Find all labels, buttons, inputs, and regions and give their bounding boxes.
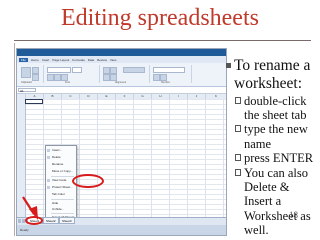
align-left-icon[interactable] (103, 74, 110, 81)
ribbon-tab-home[interactable]: Home (31, 58, 39, 62)
sheet-tab-sheet2[interactable]: Sheet2 (43, 218, 59, 224)
ribbon-group-label: Number (161, 81, 170, 84)
protect-sheet-icon (47, 186, 50, 189)
ribbon-group-number: Number (151, 65, 192, 84)
number-format-dropdown[interactable] (153, 67, 185, 73)
font-size-dropdown[interactable] (72, 67, 82, 73)
bullet-main-text: To rename a worksheet: (234, 57, 311, 92)
first-sheet-nav-icon[interactable] (18, 219, 21, 223)
wrap-text-button[interactable] (123, 67, 145, 73)
paste-icon[interactable] (21, 67, 31, 78)
menu-separator (51, 199, 74, 200)
square-bullet-icon (226, 63, 231, 68)
copy-icon[interactable] (32, 74, 39, 81)
ribbon-tab-insert[interactable]: Insert (42, 58, 50, 62)
menu-item-tab-color[interactable]: Tab Color (52, 192, 65, 196)
sub-bullet-text: press ENTER (244, 151, 314, 166)
menu-item-insert[interactable]: Insert... (52, 148, 62, 152)
ribbon-group-label: Font (65, 81, 71, 84)
cut-icon[interactable] (32, 67, 39, 74)
sub-bullet-text: double-click the sheet tab (244, 93, 307, 122)
menu-separator (51, 213, 74, 214)
sub-bullet-text: type the new name (244, 122, 308, 151)
ribbon-tab-view[interactable]: View (110, 58, 116, 62)
slide-title: Editing spreadsheets (61, 5, 259, 31)
sub-bullet: You can also Delete & Insert a Worksheet… (235, 166, 318, 238)
sub-bullet: press ENTER (235, 151, 318, 165)
name-box[interactable]: A1 (18, 88, 36, 93)
ribbon-tab-file[interactable]: File (19, 57, 28, 62)
bullet-main: To rename a worksheet: (226, 57, 318, 93)
ribbon-group-alignment: Alignment (101, 65, 150, 84)
row-headers[interactable] (17, 99, 26, 217)
formula-bar: A1 (17, 87, 226, 94)
sheet-tab-bar: Sheet1 Sheet2 Sheet3 (17, 217, 226, 225)
ribbon-group-font: Font (45, 65, 100, 84)
ribbon-tab-review[interactable]: Review (97, 58, 107, 62)
checkbox-bullet-icon (235, 168, 241, 176)
ribbon-group-label: Clipboard (21, 81, 32, 84)
excel-screenshot: File Home Insert Page Layout Formulas Da… (16, 48, 227, 236)
context-menu: Insert... Delete Rename Move or Copy... … (45, 145, 77, 223)
menu-item-protect-sheet[interactable]: Protect Sheet... (52, 185, 73, 189)
menu-item-move-copy[interactable]: Move or Copy... (52, 169, 73, 173)
status-text: Ready (20, 228, 29, 232)
status-bar: Ready (17, 225, 226, 235)
menu-item-view-code[interactable]: View Code (52, 178, 66, 182)
underline-icon[interactable] (61, 74, 68, 81)
ribbon-tab-page-layout[interactable]: Page Layout (52, 58, 69, 62)
bold-icon[interactable] (47, 74, 54, 81)
selected-cell[interactable] (25, 99, 43, 104)
delete-icon (47, 156, 50, 159)
menu-item-rename[interactable]: Rename (52, 162, 63, 166)
excel-title-bar (17, 49, 226, 56)
menu-item-unhide[interactable]: Unhide... (52, 207, 64, 211)
menu-item-delete[interactable]: Delete (52, 155, 61, 159)
ribbon: Clipboard Font Alignment Number (17, 63, 226, 87)
page-number: 18 (289, 210, 298, 220)
checkbox-bullet-icon (235, 96, 241, 104)
checkbox-bullet-icon (235, 154, 241, 162)
rename-highlight-circle (72, 174, 104, 188)
italic-icon[interactable] (54, 74, 61, 81)
sheet-tab-sheet3[interactable]: Sheet3 (59, 218, 75, 224)
sub-bullet: double-click the sheet tab (235, 94, 318, 123)
sheet-tab-highlight-circle (25, 216, 43, 225)
align-middle-icon[interactable] (110, 67, 117, 74)
left-divider (14, 43, 15, 236)
ribbon-tab-row: File Home Insert Page Layout Formulas Da… (17, 56, 226, 63)
align-top-icon[interactable] (103, 67, 110, 74)
menu-separator (51, 176, 74, 177)
bullet-list: To rename a worksheet: double-click the … (226, 57, 318, 237)
title-divider (14, 40, 311, 41)
percent-icon[interactable] (160, 74, 167, 81)
ribbon-group-clipboard: Clipboard (19, 65, 44, 84)
align-center-icon[interactable] (110, 74, 117, 81)
sub-bullet: type the new name (235, 122, 318, 151)
checkbox-bullet-icon (235, 125, 241, 133)
view-code-icon (47, 179, 50, 182)
font-name-dropdown[interactable] (47, 67, 71, 73)
sub-bullet-text: You can also Delete & Insert a Worksheet… (244, 165, 311, 238)
ribbon-tab-data[interactable]: Data (88, 58, 94, 62)
insert-icon (47, 149, 50, 152)
currency-icon[interactable] (153, 74, 160, 81)
menu-item-hide[interactable]: Hide (52, 201, 58, 205)
ribbon-group-label: Alignment (115, 81, 127, 84)
ribbon-tab-formulas[interactable]: Formulas (72, 58, 85, 62)
